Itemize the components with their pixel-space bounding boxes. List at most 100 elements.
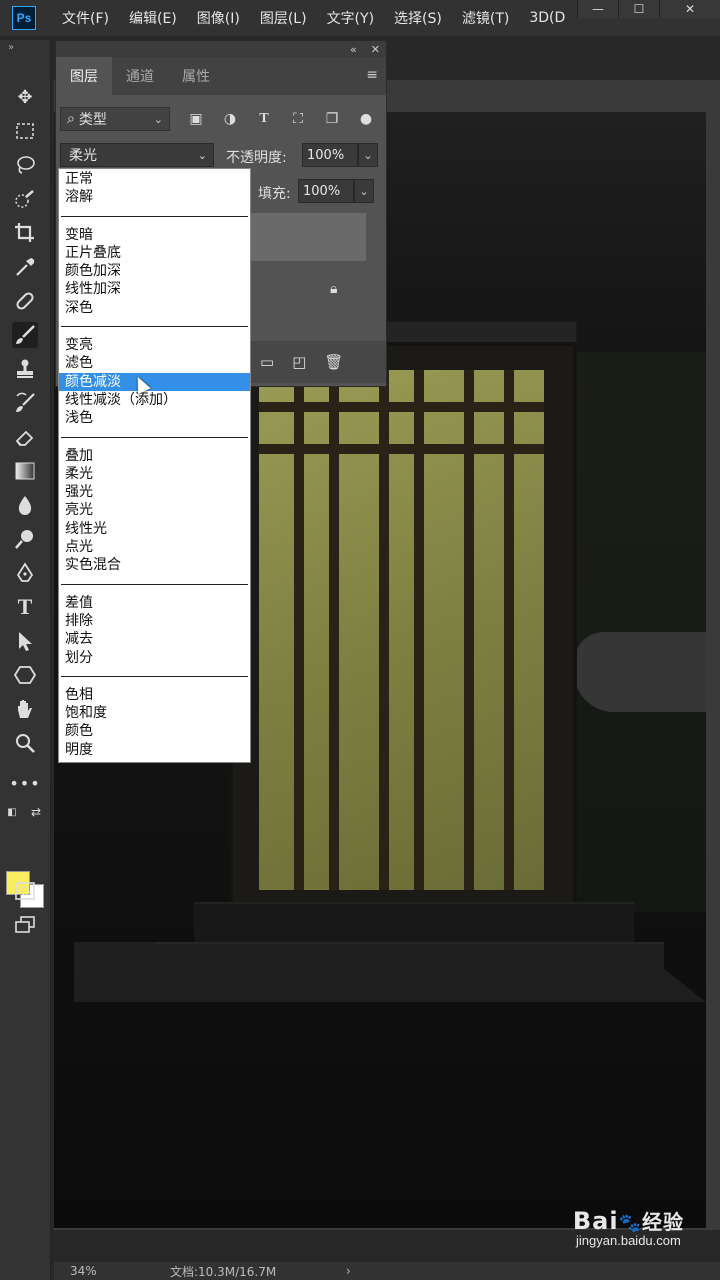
quick-selection-tool-icon[interactable] [12, 186, 38, 212]
blend-mode-option[interactable]: 点光 [59, 538, 250, 556]
blend-mode-option[interactable]: 减去 [59, 630, 250, 648]
default-colors-icon[interactable]: ◧ [2, 804, 22, 820]
delete-layer-icon[interactable]: 🗑︎ [324, 353, 343, 371]
tab-properties[interactable]: 属性 [168, 57, 224, 95]
menu-file[interactable]: 文件(F) [62, 8, 109, 28]
menu-separator [61, 583, 248, 585]
blend-mode-option[interactable]: 颜色加深 [59, 262, 250, 280]
toolbar-collapse-icon[interactable]: » [0, 40, 50, 56]
more-tools-icon[interactable]: ••• [9, 770, 39, 796]
new-group-icon[interactable]: ▭ [260, 353, 274, 371]
type-tool-icon[interactable]: T [12, 594, 38, 620]
new-layer-icon[interactable]: ◰ [292, 353, 306, 371]
blend-mode-option[interactable]: 强光 [59, 483, 250, 501]
fill-input[interactable]: 100% [298, 179, 354, 203]
screen-mode-icon[interactable] [12, 912, 38, 938]
marquee-tool-icon[interactable] [12, 118, 38, 144]
layer-row[interactable] [246, 265, 366, 313]
panel-close-icon[interactable]: ✕ [371, 43, 380, 56]
filter-kind-select[interactable]: ⌕ 类型 ⌄ [60, 107, 170, 131]
window-controls: — ☐ ✕ [577, 0, 720, 20]
menu-separator [61, 215, 248, 217]
clone-stamp-tool-icon[interactable] [12, 356, 38, 382]
brush-tool-icon[interactable] [12, 322, 38, 348]
blur-tool-icon[interactable] [12, 492, 38, 518]
eyedropper-icon [16, 258, 35, 276]
gradient-tool-icon[interactable] [12, 458, 38, 484]
filter-shape-icon[interactable]: ⛶ [290, 111, 306, 127]
blend-mode-option[interactable]: 颜色减淡 [59, 372, 250, 391]
gradient-icon [15, 462, 35, 480]
blend-mode-option[interactable]: 线性减淡（添加） [59, 391, 250, 409]
dodge-tool-icon[interactable] [12, 526, 38, 552]
zoom-level[interactable]: 34% [70, 1264, 160, 1278]
opacity-dropdown-icon[interactable]: ⌄ [358, 143, 378, 167]
quick-mask-icon[interactable] [12, 878, 38, 904]
blend-mode-option[interactable]: 深色 [59, 299, 250, 317]
fill-dropdown-icon[interactable]: ⌄ [354, 179, 374, 203]
lasso-tool-icon[interactable] [12, 152, 38, 178]
filter-smart-object-icon[interactable]: ❐ [324, 111, 340, 127]
maximize-button[interactable]: ☐ [618, 0, 659, 18]
healing-brush-tool-icon[interactable] [12, 288, 38, 314]
menu-type[interactable]: 文字(Y) [327, 8, 374, 28]
history-brush-tool-icon[interactable] [12, 390, 38, 416]
blend-mode-option[interactable]: 浅色 [59, 409, 250, 427]
menu-layer[interactable]: 图层(L) [260, 8, 307, 28]
blend-mode-option[interactable]: 排除 [59, 612, 250, 630]
blend-mode-option[interactable]: 柔光 [59, 465, 250, 483]
swap-colors-icon[interactable]: ⇄ [26, 804, 46, 820]
blend-mode-option[interactable]: 实色混合 [59, 556, 250, 574]
panel-menu-icon[interactable]: ≡ [366, 67, 378, 83]
blend-mode-option[interactable]: 线性光 [59, 520, 250, 538]
menu-edit[interactable]: 编辑(E) [129, 8, 177, 28]
tab-layers[interactable]: 图层 [56, 57, 112, 95]
blend-row: 柔光 ⌄ 不透明度: 100% ⌄ [60, 143, 382, 169]
blend-mode-option[interactable]: 滤色 [59, 354, 250, 372]
blend-mode-option[interactable]: 亮光 [59, 501, 250, 519]
pen-icon [16, 562, 34, 582]
blend-mode-option[interactable]: 溶解 [59, 188, 250, 206]
paw-icon: 🐾 [618, 1213, 642, 1234]
blend-mode-option[interactable]: 明度 [59, 741, 250, 759]
menu-filter[interactable]: 滤镜(T) [462, 8, 509, 28]
blend-mode-option[interactable]: 正常 [59, 170, 250, 188]
panel-collapse-icon[interactable]: « [350, 43, 357, 56]
path-selection-tool-icon[interactable] [12, 628, 38, 654]
menu-3d[interactable]: 3D(D [529, 10, 565, 26]
hand-tool-icon[interactable] [12, 696, 38, 722]
layer-row[interactable] [246, 213, 366, 261]
blend-mode-option[interactable]: 叠加 [59, 447, 250, 465]
blend-mode-option[interactable]: 变暗 [59, 226, 250, 244]
tab-channels[interactable]: 通道 [112, 57, 168, 95]
close-button[interactable]: ✕ [659, 0, 720, 18]
menu-select[interactable]: 选择(S) [394, 8, 442, 28]
blend-mode-option[interactable]: 变亮 [59, 336, 250, 354]
menu-bar: Ps 文件(F) 编辑(E) 图像(I) 图层(L) 文字(Y) 选择(S) 滤… [0, 0, 720, 36]
pen-tool-icon[interactable] [12, 560, 38, 586]
minimize-button[interactable]: — [577, 0, 618, 18]
status-expand-icon[interactable]: › [346, 1264, 351, 1278]
chevron-down-icon: ⌄ [197, 148, 207, 162]
opacity-input[interactable]: 100% [302, 143, 358, 167]
blend-mode-option[interactable]: 饱和度 [59, 704, 250, 722]
filter-toggle-icon[interactable]: ● [358, 111, 374, 127]
blend-mode-option[interactable]: 划分 [59, 649, 250, 667]
filter-type-icon[interactable]: T [256, 111, 272, 127]
crop-tool-icon[interactable] [12, 220, 38, 246]
move-tool-icon[interactable]: ✥ [12, 84, 38, 110]
blend-mode-select[interactable]: 柔光 ⌄ [60, 143, 214, 167]
menu-image[interactable]: 图像(I) [197, 8, 240, 28]
filter-adjustment-icon[interactable]: ◑ [222, 111, 238, 127]
blend-mode-option[interactable]: 颜色 [59, 722, 250, 740]
blend-mode-option[interactable]: 差值 [59, 594, 250, 612]
eyedropper-tool-icon[interactable] [12, 254, 38, 280]
zoom-tool-icon[interactable] [12, 730, 38, 756]
blend-mode-option[interactable]: 色相 [59, 686, 250, 704]
blend-mode-option[interactable]: 正片叠底 [59, 244, 250, 262]
lamp-bar [259, 402, 544, 412]
shape-tool-icon[interactable] [12, 662, 38, 688]
eraser-tool-icon[interactable] [12, 424, 38, 450]
blend-mode-option[interactable]: 线性加深 [59, 280, 250, 298]
filter-pixel-icon[interactable]: ▣ [188, 111, 204, 127]
